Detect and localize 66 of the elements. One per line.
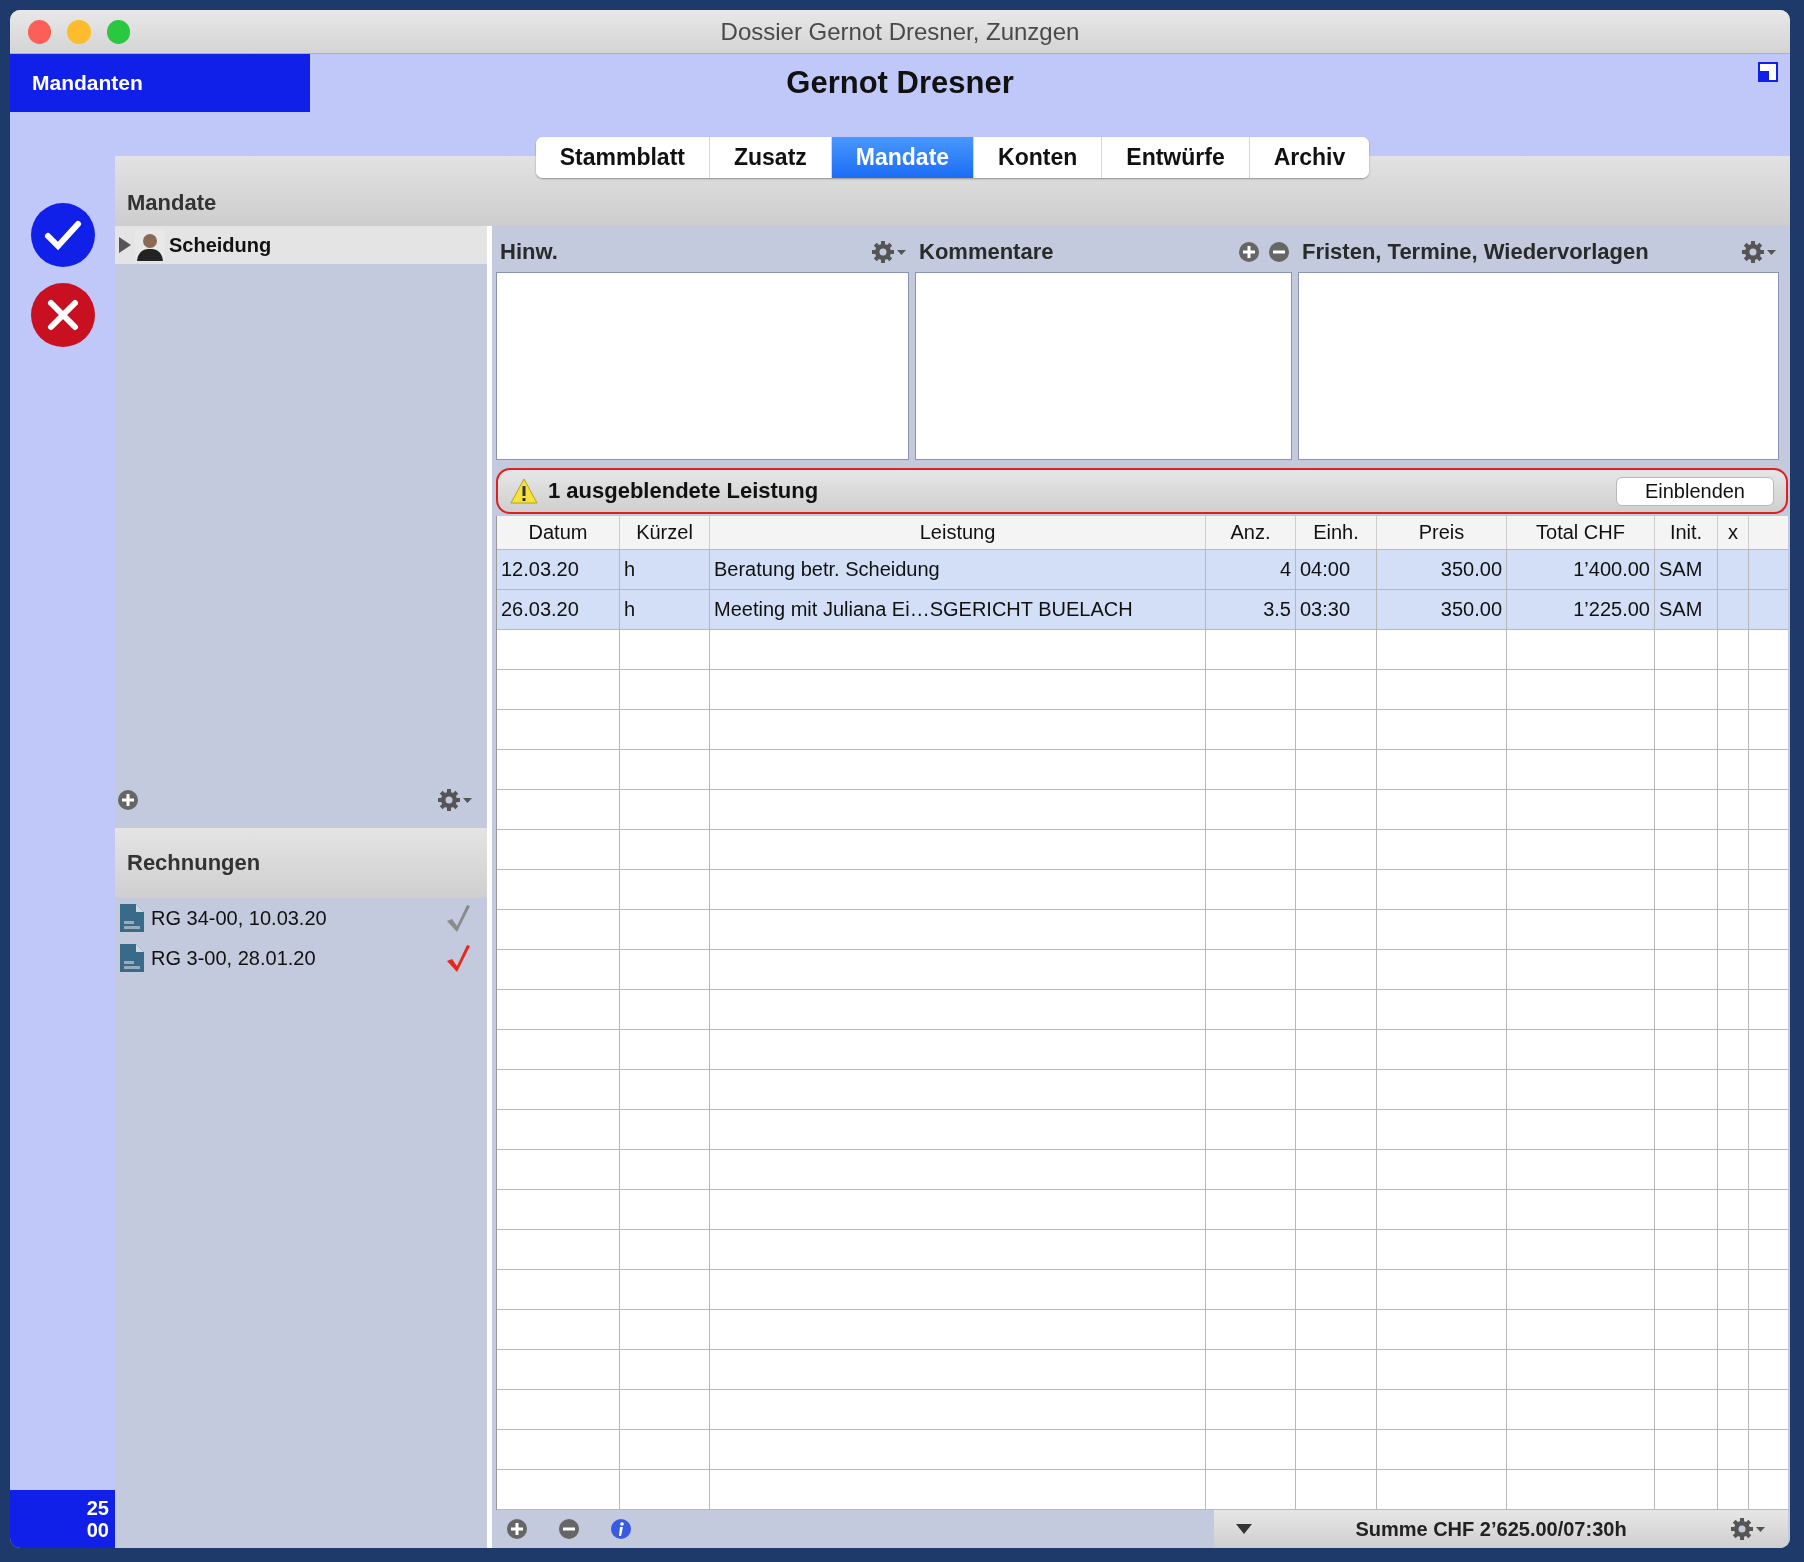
table-cell: Beratung betr. Scheidung (710, 550, 1206, 589)
client-name: Gernot Dresner (785, 65, 1015, 101)
disclosure-icon[interactable] (119, 237, 131, 253)
nav-header[interactable]: Mandanten (10, 54, 310, 112)
table-cell: 350.00 (1377, 590, 1507, 629)
table-cell: 1’225.00 (1507, 590, 1655, 629)
table-cell: Meeting mit Juliana Ei…SGERICHT BUELACH (710, 590, 1206, 629)
tab[interactable]: Konten (973, 137, 1102, 178)
tab[interactable]: Mandate (830, 137, 974, 178)
sum-text: Summe CHF 2’625.00/07:30h (1354, 1517, 1628, 1541)
gear-menu-button[interactable] (871, 239, 907, 265)
window-title: Dossier Gernot Dresner, Zunzgen (719, 17, 1081, 46)
column-header[interactable]: Kürzel (620, 516, 710, 549)
table-cell: 12.03.20 (497, 550, 620, 589)
table-cell: 04:00 (1296, 550, 1377, 589)
column-header[interactable]: Init. (1655, 516, 1718, 549)
remove-button[interactable] (1268, 241, 1290, 263)
table-row[interactable]: 12.03.20 h Beratung betr. Scheidung 4 04:00 350.00 1’400.00 SAM (497, 550, 1788, 590)
table-cell: 03:30 (1296, 590, 1377, 629)
mandate-item[interactable]: Scheidung (115, 226, 487, 264)
add-button[interactable] (506, 1518, 528, 1540)
table-cell: 1’400.00 (1507, 550, 1655, 589)
pane-title: Kommentare (919, 239, 1054, 265)
document-icon (119, 943, 145, 973)
column-header[interactable]: x (1718, 516, 1749, 549)
pane-title: Fristen, Termine, Wiedervorlagen (1302, 239, 1649, 265)
column-header[interactable]: Einh. (1296, 516, 1377, 549)
add-button[interactable] (1238, 241, 1260, 263)
column-header[interactable]: Anz. (1206, 516, 1296, 549)
table-row[interactable]: 26.03.20 h Meeting mit Juliana Ei…SGERICHT BUELACH 3.5 03:30 350.00 1’225.00 SAM (497, 590, 1788, 630)
counter-badge: 25 00 (10, 1490, 115, 1548)
confirm-button[interactable] (29, 202, 96, 268)
window-mode-icon[interactable] (1758, 62, 1778, 82)
info-button[interactable] (610, 1518, 632, 1540)
warning-bar: 1 ausgeblendete Leistung Einblenden (496, 468, 1788, 514)
column-header[interactable]: Total CHF (1507, 516, 1655, 549)
table-cell: SAM (1655, 550, 1718, 589)
add-button[interactable] (117, 789, 139, 811)
invoice-item[interactable]: RG 3-00, 28.01.20 (115, 938, 487, 978)
column-header[interactable]: Leistung (710, 516, 1206, 549)
remove-button[interactable] (558, 1518, 580, 1540)
table-cell: 26.03.20 (497, 590, 620, 629)
table-cell: h (620, 550, 710, 589)
table-cell: SAM (1655, 590, 1718, 629)
warning-icon (510, 478, 538, 504)
gear-menu-button[interactable] (1730, 1516, 1766, 1542)
tab[interactable]: Stammblatt (535, 137, 709, 178)
section-title: Rechnungen (127, 850, 261, 876)
invoice-item[interactable]: RG 34-00, 10.03.20 (115, 898, 487, 938)
column-header[interactable]: Preis (1377, 516, 1507, 549)
table-cell: 3.5 (1206, 590, 1296, 629)
document-icon (119, 903, 145, 933)
table-cell: 350.00 (1377, 550, 1507, 589)
table-cell: 4 (1206, 550, 1296, 589)
tab[interactable]: Entwürfe (1101, 137, 1249, 178)
section-title: Mandate (127, 190, 217, 216)
pane-title: Hinw. (500, 239, 558, 265)
dropdown-button[interactable] (1236, 1524, 1252, 1534)
column-header[interactable]: Datum (497, 516, 620, 549)
gear-menu-button[interactable] (437, 787, 473, 813)
table-cell: h (620, 590, 710, 629)
tab[interactable]: Zusatz (708, 137, 831, 178)
tab[interactable]: Archiv (1248, 137, 1370, 178)
cancel-button[interactable] (29, 282, 96, 348)
gear-menu-button[interactable] (1741, 239, 1777, 265)
show-button[interactable]: Einblenden (1615, 476, 1774, 506)
